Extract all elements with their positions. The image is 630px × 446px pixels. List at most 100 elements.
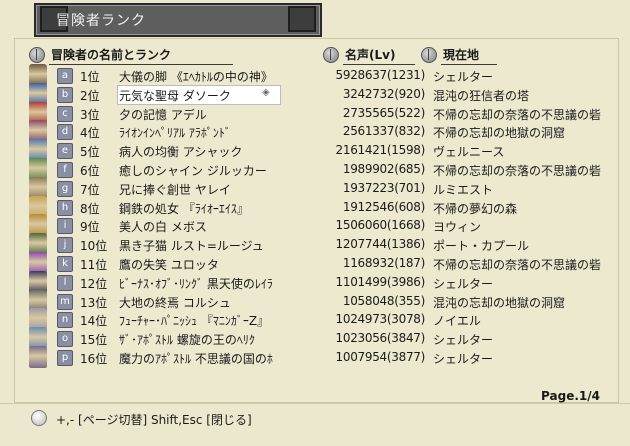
adventurer-name: 元気な聖母 ダソーク bbox=[119, 88, 231, 103]
adventurer-name: 兄に捧ぐ創世 ヤレイ bbox=[119, 182, 231, 197]
list-item[interactable]: f 6位 癒しのシャイン ジルッカー 1989902(685) 不帰の忘却の奈落の不思議… bbox=[0, 158, 630, 180]
header-bullet-icon bbox=[29, 46, 45, 63]
rank-label: 16位 bbox=[80, 352, 108, 366]
list-item[interactable]: p 16位 魔力のｱﾎﾟｽﾄﾙ 不思議の国のﾎ 1007954(3877) シェルター bbox=[0, 346, 630, 368]
rank-label: 14位 bbox=[80, 314, 108, 329]
list-item[interactable]: n 14位 ﾌｭｰﾁｬｰ･ﾊﾟﾆｯｼｭ 『ﾏﾆﾝｶﾞｰZ』 1024973(3078)… bbox=[0, 308, 630, 331]
window-title-tab: 冒険者ランク bbox=[34, 3, 322, 37]
row-key-badge[interactable]: d bbox=[57, 124, 73, 141]
avatar bbox=[29, 346, 47, 368]
row-key-badge[interactable]: n bbox=[57, 312, 73, 329]
list-item[interactable]: c 3位 夕の記憶 アデル 2735565(522) 不帰の忘却の奈落の不思議の砦 bbox=[0, 101, 630, 124]
title-knob-right bbox=[288, 6, 316, 32]
header-bullet-icon bbox=[323, 46, 339, 63]
row-key-badge[interactable]: a bbox=[57, 68, 73, 84]
location-value: 不帰の忘却の奈落の不思議の砦 bbox=[433, 258, 602, 272]
row-key-badge[interactable]: l bbox=[57, 274, 73, 291]
rank-label: 3位 bbox=[80, 107, 100, 122]
rank-label: 9位 bbox=[80, 220, 100, 235]
list-item[interactable]: m 13位 大地の終焉 コルシュ 1058048(355) 混沌の忘却の地獄の洞窟 bbox=[0, 289, 630, 312]
rank-label: 1位 bbox=[80, 70, 100, 84]
rank-label: 8位 bbox=[80, 201, 100, 216]
row-key-badge[interactable]: k bbox=[57, 256, 73, 272]
list-item[interactable]: o 15位 ｻﾞ･ｱﾎﾟｽﾄﾙ 螺旋の王のﾍﾘｸ 1023056(3847) シェルター bbox=[0, 327, 630, 350]
fame-value: 1101499(3986) bbox=[335, 274, 426, 289]
row-key-badge[interactable]: o bbox=[57, 331, 73, 348]
key-hint: +,- [ページ切替] Shift,Esc [閉じる] bbox=[56, 413, 252, 427]
row-key-badge[interactable]: f bbox=[57, 162, 73, 178]
rank-label: 6位 bbox=[80, 164, 100, 178]
fame-value: 2735565(522) bbox=[342, 105, 425, 120]
fame-value: 1912546(608) bbox=[342, 199, 425, 214]
row-key-badge[interactable]: p bbox=[57, 350, 73, 366]
list-item[interactable]: i 9位 美人の白 メボス 1506060(1668) ヨウィン bbox=[0, 214, 630, 237]
row-key-badge[interactable]: m bbox=[57, 293, 73, 310]
window-title: 冒険者ランク bbox=[56, 13, 146, 29]
adventurer-name: 鷹の失笑 ユロッタ bbox=[119, 258, 219, 272]
fame-value: 2561337(832) bbox=[342, 124, 425, 139]
fame-value: 1023056(3847) bbox=[335, 331, 426, 346]
row-key-badge[interactable]: h bbox=[57, 199, 73, 216]
header-fame: 名声(Lv) bbox=[323, 46, 415, 65]
location-value: シェルター bbox=[433, 333, 494, 348]
list-item[interactable]: b 2位 元気な聖母 ダソーク ◈ 3242732(920) 混沌の狂信者の塔 bbox=[0, 82, 630, 105]
location-value: 不帰の忘却の奈落の不思議の砦 bbox=[433, 107, 602, 122]
fame-value: 5928637(1231) bbox=[335, 68, 426, 82]
location-value: ヨウィン bbox=[433, 220, 482, 235]
location-value: ルミエスト bbox=[433, 182, 494, 197]
list-item[interactable]: k 11位 鷹の失笑 ユロッタ 1168932(187) 不帰の忘却の奈落の不思議の砦 bbox=[0, 252, 630, 274]
header-bullet-icon bbox=[421, 46, 437, 63]
rank-label: 2位 bbox=[80, 88, 100, 103]
list-item[interactable]: e 5位 病人の均衡 アシャック 2161421(1598) ヴェルニース bbox=[0, 139, 630, 162]
row-key-badge[interactable]: e bbox=[57, 143, 73, 160]
title-bar: 冒険者ランク bbox=[0, 0, 630, 40]
location-value: ノイエル bbox=[433, 314, 481, 329]
adventurer-name: 鋼鉄の処女 『ﾗｲｵｰｴｲｽ』 bbox=[119, 201, 249, 216]
location-value: 不帰の忘却の奈落の不思議の砦 bbox=[433, 164, 602, 178]
row-key-badge[interactable]: g bbox=[57, 180, 73, 197]
adventurer-name: ﾋﾞｰﾅｽ･ｵﾌﾞ･ﾘﾝｸﾞ 黒天使のﾚｲﾗ bbox=[119, 276, 273, 291]
row-key-badge[interactable]: i bbox=[57, 218, 73, 235]
fame-value: 1024973(3078) bbox=[335, 312, 426, 327]
adventurer-name: 夕の記憶 アデル bbox=[119, 107, 207, 122]
list-item[interactable]: g 7位 兄に捧ぐ創世 ヤレイ 1937223(701) ルミエスト bbox=[0, 176, 630, 199]
adventurer-name: ｻﾞ･ｱﾎﾟｽﾄﾙ 螺旋の王のﾍﾘｸ bbox=[119, 333, 255, 348]
adventurer-name: ﾌｭｰﾁｬｰ･ﾊﾟﾆｯｼｭ 『ﾏﾆﾝｶﾞｰZ』 bbox=[119, 314, 270, 329]
location-value: 混沌の忘却の地獄の洞窟 bbox=[433, 295, 566, 310]
row-key-badge[interactable]: b bbox=[57, 86, 73, 103]
row-key-badge[interactable]: c bbox=[57, 105, 73, 122]
rank-label: 7位 bbox=[80, 182, 100, 197]
location-value: ヴェルニース bbox=[433, 145, 505, 160]
rank-label: 13位 bbox=[80, 295, 108, 310]
fame-value: 1168932(187) bbox=[342, 256, 425, 270]
location-value: 混沌の狂信者の塔 bbox=[433, 88, 530, 103]
adventurer-name: 病人の均衡 アシャック bbox=[119, 145, 243, 160]
fame-value: 3242732(920) bbox=[342, 86, 425, 101]
hint-bulb-icon bbox=[31, 410, 47, 426]
adventurer-name: 大地の終焉 コルシュ bbox=[119, 295, 231, 310]
location-value: ポート・カプール bbox=[433, 239, 530, 254]
location-value: シェルター bbox=[433, 276, 494, 291]
fame-value: 1207744(1386) bbox=[335, 237, 426, 252]
rank-label: 12位 bbox=[80, 276, 108, 291]
adventurer-name: 美人の白 メボス bbox=[119, 220, 207, 235]
fame-value: 1058048(355) bbox=[342, 293, 425, 308]
rank-label: 11位 bbox=[80, 258, 108, 272]
cursor-icon: ◈ bbox=[262, 86, 270, 98]
footer-bar: +,- [ページ切替] Shift,Esc [閉じる] bbox=[0, 403, 630, 446]
header-location: 現在地 bbox=[421, 46, 497, 65]
fame-value: 1007954(3877) bbox=[335, 350, 426, 364]
list-item[interactable]: d 4位 ﾗｲｵﾝｲﾝﾍﾟﾘｱﾙ ｱﾗﾎﾟﾝﾄﾞ 2561337(832) 不帰の忘却の… bbox=[0, 120, 630, 143]
location-value: 不帰の夢幻の森 bbox=[433, 201, 518, 216]
list-item[interactable]: l 12位 ﾋﾞｰﾅｽ･ｵﾌﾞ･ﾘﾝｸﾞ 黒天使のﾚｲﾗ 1101499(3986) シ… bbox=[0, 270, 630, 293]
fame-value: 1506060(1668) bbox=[335, 218, 426, 233]
list-item[interactable]: h 8位 鋼鉄の処女 『ﾗｲｵｰｴｲｽ』 1912546(608) 不帰の夢幻の森 bbox=[0, 195, 630, 218]
location-value: シェルター bbox=[433, 70, 494, 84]
list-item[interactable]: a 1位 大儀の脚 《ｴﾍｶﾄﾙの中の神》 5928637(1231) シェルター bbox=[0, 64, 630, 86]
adventurer-name: 魔力のｱﾎﾟｽﾄﾙ 不思議の国のﾎ bbox=[119, 352, 273, 366]
row-key-badge[interactable]: j bbox=[57, 237, 73, 254]
rank-label: 15位 bbox=[80, 333, 108, 348]
adventurer-name: 黒き子猫 ルスト=ルージュ bbox=[119, 239, 264, 254]
list-item[interactable]: j 10位 黒き子猫 ルスト=ルージュ 1207744(1386) ポート・カプール bbox=[0, 233, 630, 256]
rank-label: 10位 bbox=[80, 239, 108, 254]
